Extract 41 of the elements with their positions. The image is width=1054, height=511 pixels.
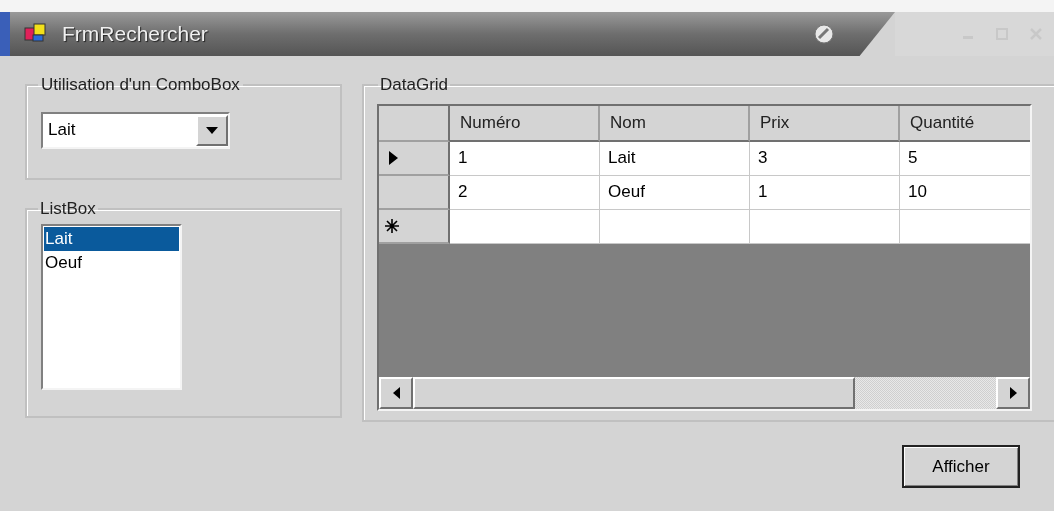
table-cell[interactable] <box>600 209 750 244</box>
disk-icon <box>813 23 835 45</box>
asterisk-icon <box>385 218 399 233</box>
column-header[interactable]: Numéro <box>450 105 600 142</box>
horizontal-scrollbar[interactable] <box>379 376 1030 409</box>
table-cell[interactable]: 3 <box>750 141 900 176</box>
row-header[interactable] <box>379 209 450 244</box>
list-item[interactable]: Lait <box>44 226 179 251</box>
right-arrow-icon <box>1009 386 1017 399</box>
table-cell[interactable]: 10 <box>900 175 1030 210</box>
app-icon <box>24 23 46 45</box>
caret-icon <box>206 126 218 134</box>
group-title: ListBox <box>39 198 97 220</box>
window-title: FrmRechercher <box>62 21 208 48</box>
column-header[interactable]: Quantité <box>900 105 1030 142</box>
list-item[interactable]: Oeuf <box>44 250 179 275</box>
column-header[interactable]: Nom <box>600 105 750 142</box>
table-cell[interactable] <box>450 209 600 244</box>
table-cell[interactable]: 5 <box>900 141 1030 176</box>
row-header[interactable] <box>379 141 450 176</box>
window-border <box>0 12 10 56</box>
left-arrow-icon <box>392 386 400 399</box>
table-cell[interactable] <box>900 209 1030 244</box>
group-title: DataGrid <box>379 74 450 96</box>
scroll-right-button[interactable] <box>996 376 1030 409</box>
dropdown-button[interactable] <box>196 114 228 146</box>
column-header[interactable]: Prix <box>750 105 900 142</box>
afficher-button[interactable]: Afficher <box>902 445 1020 488</box>
table-cell[interactable]: 1 <box>450 141 600 176</box>
table-cell[interactable]: Oeuf <box>600 175 750 210</box>
combo-value: Lait <box>47 119 77 142</box>
table-cell[interactable] <box>750 209 900 244</box>
current-row-icon <box>389 150 398 165</box>
table-cell[interactable]: 1 <box>750 175 900 210</box>
group-title: Utilisation d'un ComboBox <box>40 74 241 96</box>
table-cell[interactable]: 2 <box>450 175 600 210</box>
scroll-left-button[interactable] <box>379 376 413 409</box>
scroll-thumb[interactable] <box>413 376 855 409</box>
table-cell[interactable]: Lait <box>600 141 750 176</box>
combo-box[interactable]: Lait <box>41 111 230 149</box>
list-box[interactable]: Lait Oeuf <box>41 223 182 390</box>
